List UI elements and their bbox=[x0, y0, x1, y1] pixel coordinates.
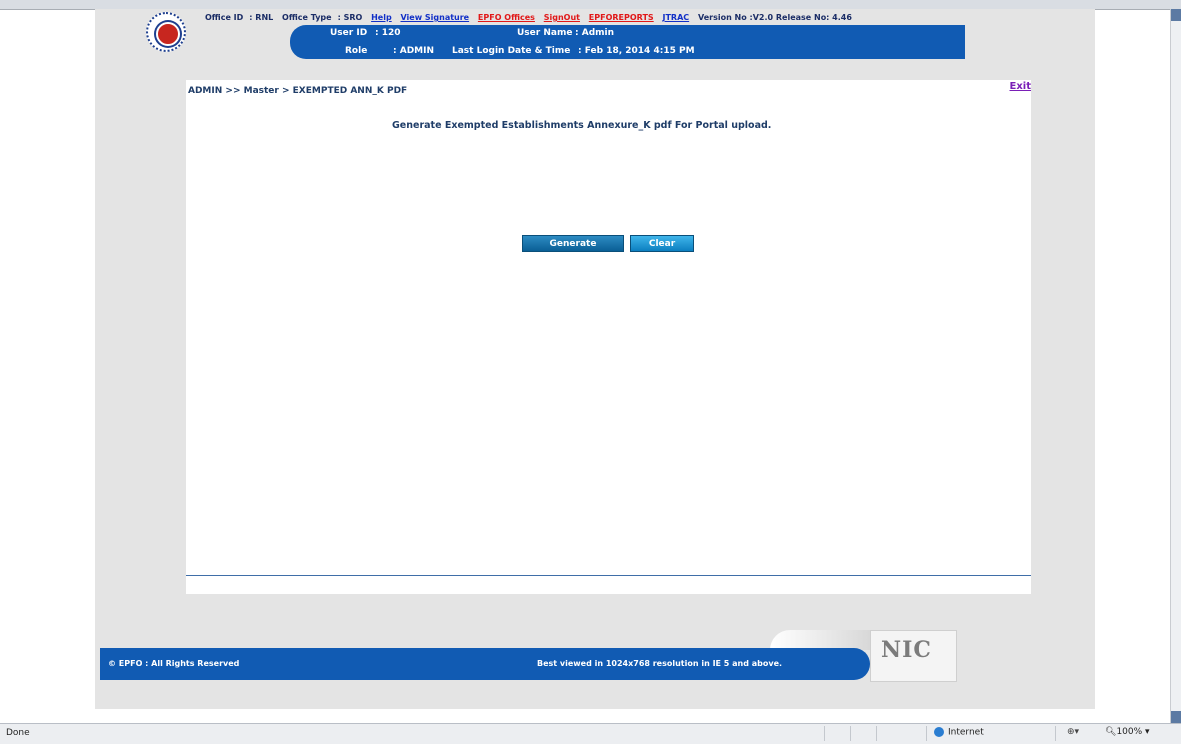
globe-icon bbox=[934, 727, 944, 737]
zoom-control[interactable]: 🔍︎100% ▾ bbox=[1105, 727, 1150, 737]
office-id-value: : RNL bbox=[249, 13, 274, 22]
nic-logo: NIC bbox=[881, 637, 932, 663]
footer-band: © EPFO : All Rights Reserved Best viewed… bbox=[100, 648, 870, 680]
jtrac-link[interactable]: JTRAC bbox=[662, 13, 689, 22]
scroll-down-arrow-icon[interactable] bbox=[1171, 711, 1181, 723]
office-type-label: Office Type bbox=[282, 13, 332, 22]
content-divider bbox=[186, 575, 1031, 576]
browser-scrollbar[interactable] bbox=[1170, 9, 1181, 723]
breadcrumb: ADMIN >> Master > EXEMPTED ANN_K PDF bbox=[188, 86, 408, 96]
user-id-label: User ID bbox=[330, 28, 368, 38]
status-separator bbox=[1055, 726, 1056, 741]
logo-emblem-icon bbox=[156, 22, 180, 46]
status-separator bbox=[850, 726, 851, 741]
scroll-up-arrow-icon[interactable] bbox=[1171, 9, 1181, 21]
status-separator bbox=[876, 726, 877, 741]
user-name-value: : Admin bbox=[575, 28, 615, 38]
sign-out-link[interactable]: SignOut bbox=[544, 13, 580, 22]
nic-logo-box: NIC bbox=[870, 630, 957, 682]
epfo-logo bbox=[146, 12, 186, 52]
security-zone: Internet bbox=[934, 727, 984, 738]
generate-button[interactable]: Generate bbox=[522, 235, 624, 252]
last-login-value: : Feb 18, 2014 4:15 PM bbox=[578, 46, 695, 56]
last-login-label: Last Login Date & Time bbox=[452, 46, 571, 56]
office-id-label: Office ID bbox=[205, 13, 244, 22]
user-info-band: User ID : 120 User Name : Admin Role : A… bbox=[290, 25, 965, 59]
epfo-offices-link[interactable]: EPFO Offices bbox=[478, 13, 535, 22]
role-value: : ADMIN bbox=[393, 46, 435, 56]
main-content: ADMIN >> Master > EXEMPTED ANN_K PDF Exi… bbox=[186, 80, 1031, 594]
status-separator bbox=[926, 726, 927, 741]
epfo-reports-link[interactable]: EPFOREPORTS bbox=[589, 13, 654, 22]
protected-mode-icon[interactable]: ⊕▾ bbox=[1067, 727, 1079, 737]
exit-link[interactable]: Exit bbox=[1010, 81, 1032, 92]
browser-status-bar: Done Internet ⊕▾ 🔍︎100% ▾ bbox=[0, 723, 1181, 744]
footer-decoration bbox=[770, 630, 870, 650]
status-text: Done bbox=[6, 728, 30, 738]
status-separator bbox=[824, 726, 825, 741]
zone-label: Internet bbox=[948, 727, 984, 738]
version-info: Version No :V2.0 Release No: 4.46 bbox=[697, 13, 852, 22]
clear-button[interactable]: Clear bbox=[630, 235, 694, 252]
page-title: Generate Exempted Establishments Annexur… bbox=[392, 120, 772, 131]
best-viewed-text: Best viewed in 1024x768 resolution in IE… bbox=[537, 659, 783, 668]
help-link[interactable]: Help bbox=[371, 13, 392, 22]
role-label: Role bbox=[345, 46, 368, 56]
user-name-label: User Name bbox=[517, 28, 573, 38]
user-id-value: : 120 bbox=[375, 28, 401, 38]
office-type-value: : SRO bbox=[337, 13, 363, 22]
zoom-level: 100% bbox=[1116, 727, 1143, 737]
copyright-text: © EPFO : All Rights Reserved bbox=[108, 659, 240, 668]
view-signature-link[interactable]: View Signature bbox=[401, 13, 470, 22]
magnifier-icon: 🔍︎ bbox=[1105, 727, 1117, 737]
